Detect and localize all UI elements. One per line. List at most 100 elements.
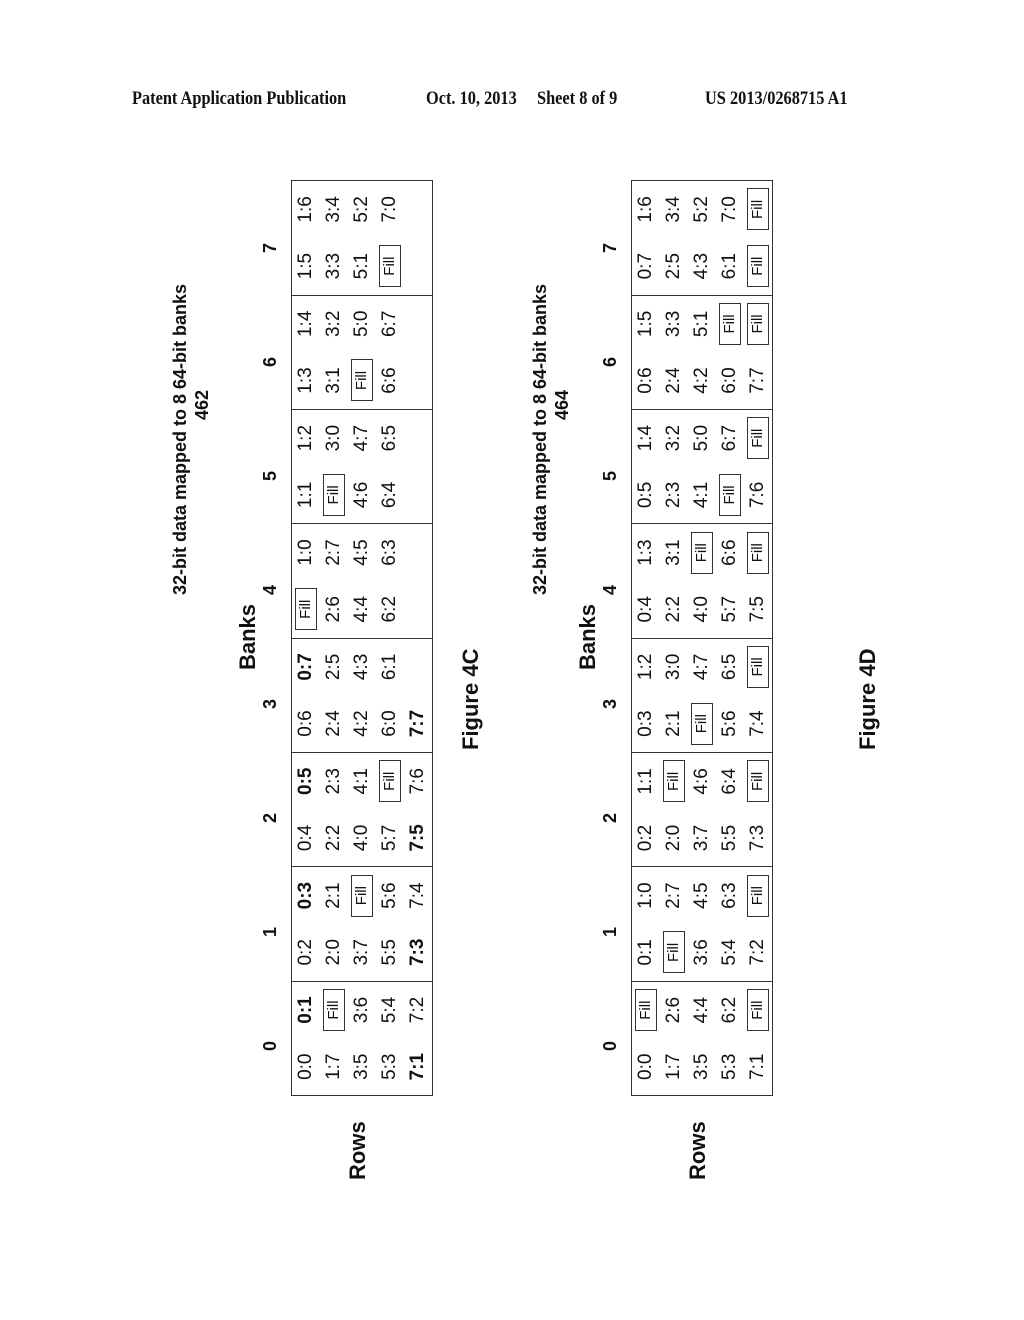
- table-cell: 7:6: [744, 466, 773, 524]
- bank-number: 3: [600, 699, 620, 710]
- table-cell: [404, 409, 433, 466]
- fill-cell: Fill: [747, 245, 769, 288]
- table-cell: 5:0: [351, 310, 372, 338]
- table-cell: 7:2: [744, 924, 773, 982]
- table-row: 0:0 Fill 0:1 1:0 0:2 1:1 0:3 1:2 0:4 1:3 0:5 1:4 0:6…: [631, 181, 661, 1096]
- table-cell: [404, 237, 433, 296]
- table-cell: 1:4: [635, 424, 656, 452]
- table-cell: 3:1: [663, 539, 684, 566]
- table-cell: 0:6: [291, 695, 320, 753]
- table-cell: 4:1: [351, 768, 372, 795]
- table-cell: 1:5: [635, 310, 656, 338]
- fill-cell: Fill: [351, 359, 373, 402]
- header-date: Oct. 10, 2013: [426, 88, 517, 109]
- table-cell: 4:0: [348, 809, 376, 867]
- table-cell: 6:2: [376, 580, 404, 639]
- table-row: 5:3 6:2 5:4 6:3 5:5 6:4 5:6 6:5 5:7 6:6 Fill 6:7 6:0…: [716, 181, 744, 1096]
- table-cell: 4:7: [691, 653, 712, 681]
- table-cell: 3:6: [351, 996, 372, 1024]
- table-cell: 1:6: [295, 196, 316, 223]
- table-cell: Fill: [320, 981, 348, 1038]
- table-cell: 1:3: [635, 539, 656, 566]
- table-cell: 7:4: [744, 695, 773, 753]
- table-cell: 5:7: [376, 809, 404, 867]
- fill-cell: Fill: [295, 588, 317, 631]
- table-cell: 5:7: [716, 581, 744, 639]
- bank-table: 0:0 Fill 0:1 1:0 0:2 1:1 0:3 1:2 0:4 1:3 0:5 1:4 0:6…: [631, 180, 773, 1096]
- fill-cell: Fill: [747, 417, 769, 460]
- table-row: 7:1 Fill 7:2 Fill 7:3 Fill 7:4 Fill 7:5 Fill 7:6 Fi…: [744, 181, 773, 1096]
- table-cell: Fill: [744, 638, 773, 695]
- bank-number: 4: [600, 585, 620, 596]
- bank-table: 0:0 0:1 0:2 0:3 0:4 0:5 0:6 0:7 Fill 1:0 1:1 1:2 1:3…: [291, 180, 433, 1096]
- bank-number: 7: [260, 243, 280, 254]
- table-cell: 4:2: [688, 352, 716, 410]
- header-sheet: Sheet 8 of 9: [537, 88, 618, 109]
- table-cell: 5:5: [716, 809, 744, 867]
- table-cell: 2:4: [660, 352, 688, 410]
- figure-4c: Rows Banks 32-bit data mapped to 8 64-bit …: [160, 180, 483, 1180]
- table-cell: 3:7: [348, 924, 376, 982]
- fill-cell: Fill: [323, 989, 345, 1032]
- table-cell: 6:6: [376, 352, 404, 410]
- table-cell: 4:0: [688, 581, 716, 639]
- bank-number: 6: [600, 357, 620, 368]
- table-cell: 6:0: [376, 695, 404, 753]
- table-cell: 3:5: [691, 1053, 712, 1080]
- fill-cell: Fill: [663, 760, 685, 803]
- table-cell: 2:1: [660, 695, 688, 753]
- figure-caption: Figure 4D: [855, 648, 880, 750]
- table-cell: 6:1: [379, 653, 400, 681]
- table-cell: 6:3: [379, 539, 400, 566]
- table-cell: Fill: [716, 466, 744, 524]
- table-cell: Fill: [376, 237, 404, 296]
- table-cell: 7:3: [404, 924, 433, 982]
- table-cell: [404, 638, 433, 695]
- table-cell: 0:2: [291, 924, 320, 982]
- table-cell: 2:7: [323, 539, 344, 566]
- table-cell: 7:1: [407, 1052, 428, 1081]
- table-cell: Fill: [632, 981, 661, 1038]
- table-cell: Fill: [320, 466, 348, 524]
- fill-cell: Fill: [719, 302, 741, 345]
- fill-cell: Fill: [747, 531, 769, 574]
- table-cell: 2:5: [323, 653, 344, 681]
- table-cell: 7:5: [744, 581, 773, 639]
- figure-ref: 464: [552, 389, 572, 420]
- table-cell: 0:6: [631, 352, 660, 410]
- fill-cell: Fill: [351, 874, 373, 917]
- fill-cell: Fill: [719, 473, 741, 516]
- table-cell: 2:1: [323, 882, 344, 909]
- table-cell: 6:7: [379, 310, 400, 338]
- table-cell: Fill: [348, 867, 376, 924]
- table-row: 5:3 5:4 5:5 5:6 5:7 Fill 6:0 6:1 6:2 6:3 6:4 6:5 6:6…: [376, 181, 404, 1096]
- table-cell: 1:1: [291, 466, 320, 524]
- table-cell: Fill: [744, 867, 773, 924]
- bank-number: 7: [600, 243, 620, 254]
- table-cell: Fill: [376, 752, 404, 809]
- table-cell: 3:5: [351, 1053, 372, 1080]
- table-cell: [404, 352, 433, 410]
- table-cell: 3:2: [663, 424, 684, 452]
- bank-number: 0: [260, 1041, 280, 1052]
- table-cell: 6:4: [719, 768, 740, 795]
- table-cell: 0:2: [631, 809, 660, 867]
- table-row: 1:7 2:6 Fill 2:7 2:0 Fill 2:1 3:0 2:2 3:1 2:3 3:2 2:…: [660, 181, 688, 1096]
- table-cell: 7:3: [744, 809, 773, 867]
- table-cell: 0:3: [631, 695, 660, 753]
- table-cell: 4:6: [691, 768, 712, 795]
- bank-number: 2: [260, 813, 280, 824]
- table-cell: 0:5: [631, 466, 660, 524]
- bank-number: 2: [600, 813, 620, 824]
- table-cell: 2:7: [663, 882, 684, 909]
- table-cell: 4:3: [688, 237, 716, 296]
- table-cell: 4:5: [351, 539, 372, 566]
- table-cell: Fill: [688, 524, 716, 581]
- table-cell: 7:5: [404, 809, 433, 867]
- table-cell: 0:0: [635, 1053, 656, 1080]
- table-cell: 2:0: [320, 924, 348, 982]
- table-row: 1:7 Fill 2:0 2:1 2:2 2:3 2:4 2:5 2:6 2:7 Fill 3:0 3:…: [320, 181, 348, 1096]
- table-cell: Fill: [660, 924, 688, 982]
- table-cell: Fill: [348, 352, 376, 410]
- fill-cell: Fill: [663, 931, 685, 974]
